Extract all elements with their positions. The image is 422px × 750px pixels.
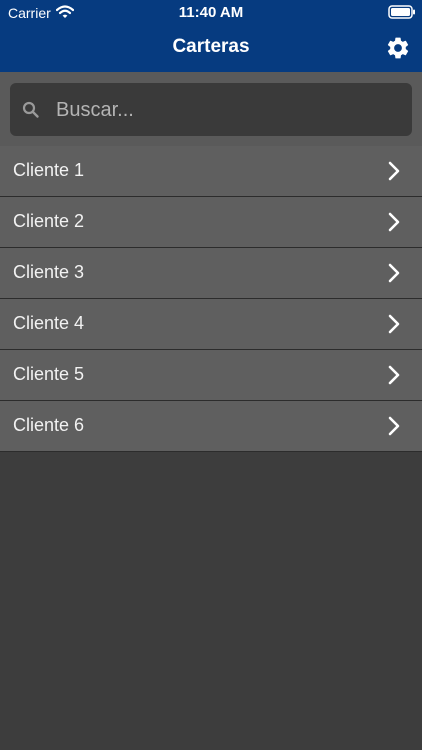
list-item-cliente-3[interactable]: Cliente 3 [0, 248, 422, 299]
list-item-label: Cliente 6 [13, 415, 85, 435]
list-item-label: Cliente 3 [13, 262, 85, 282]
gear-icon[interactable] [385, 35, 411, 61]
status-bar: Carrier 11:40 AM [0, 0, 422, 26]
list-item-label: Cliente 1 [13, 160, 85, 180]
list-item-cliente-2[interactable]: Cliente 2 [0, 197, 422, 248]
chevron-right-icon [388, 365, 400, 385]
list-item-label: Cliente 2 [13, 211, 85, 231]
chevron-right-icon [388, 416, 400, 436]
navigation-header: Carrier 11:40 AM Carteras [0, 0, 422, 72]
chevron-right-icon [388, 161, 400, 181]
search-icon [22, 101, 39, 118]
list-item-cliente-4[interactable]: Cliente 4 [0, 299, 422, 350]
status-time: 11:40 AM [178, 4, 244, 21]
search-bar [0, 72, 422, 146]
list-item-cliente-1[interactable]: Cliente 1 [0, 146, 422, 197]
search-field[interactable] [10, 83, 412, 136]
client-list: Cliente 1 Cliente 2 Cliente 3 Cliente 4 … [0, 146, 422, 452]
list-item-cliente-6[interactable]: Cliente 6 [0, 401, 422, 452]
list-item-label: Cliente 4 [13, 313, 85, 333]
chevron-right-icon [388, 212, 400, 232]
list-item-label: Cliente 5 [13, 364, 85, 384]
battery-icon [388, 5, 415, 19]
list-item-cliente-5[interactable]: Cliente 5 [0, 350, 422, 401]
chevron-right-icon [388, 314, 400, 334]
page-title: Carteras [172, 36, 250, 57]
search-input[interactable] [54, 91, 398, 129]
chevron-right-icon [388, 263, 400, 283]
